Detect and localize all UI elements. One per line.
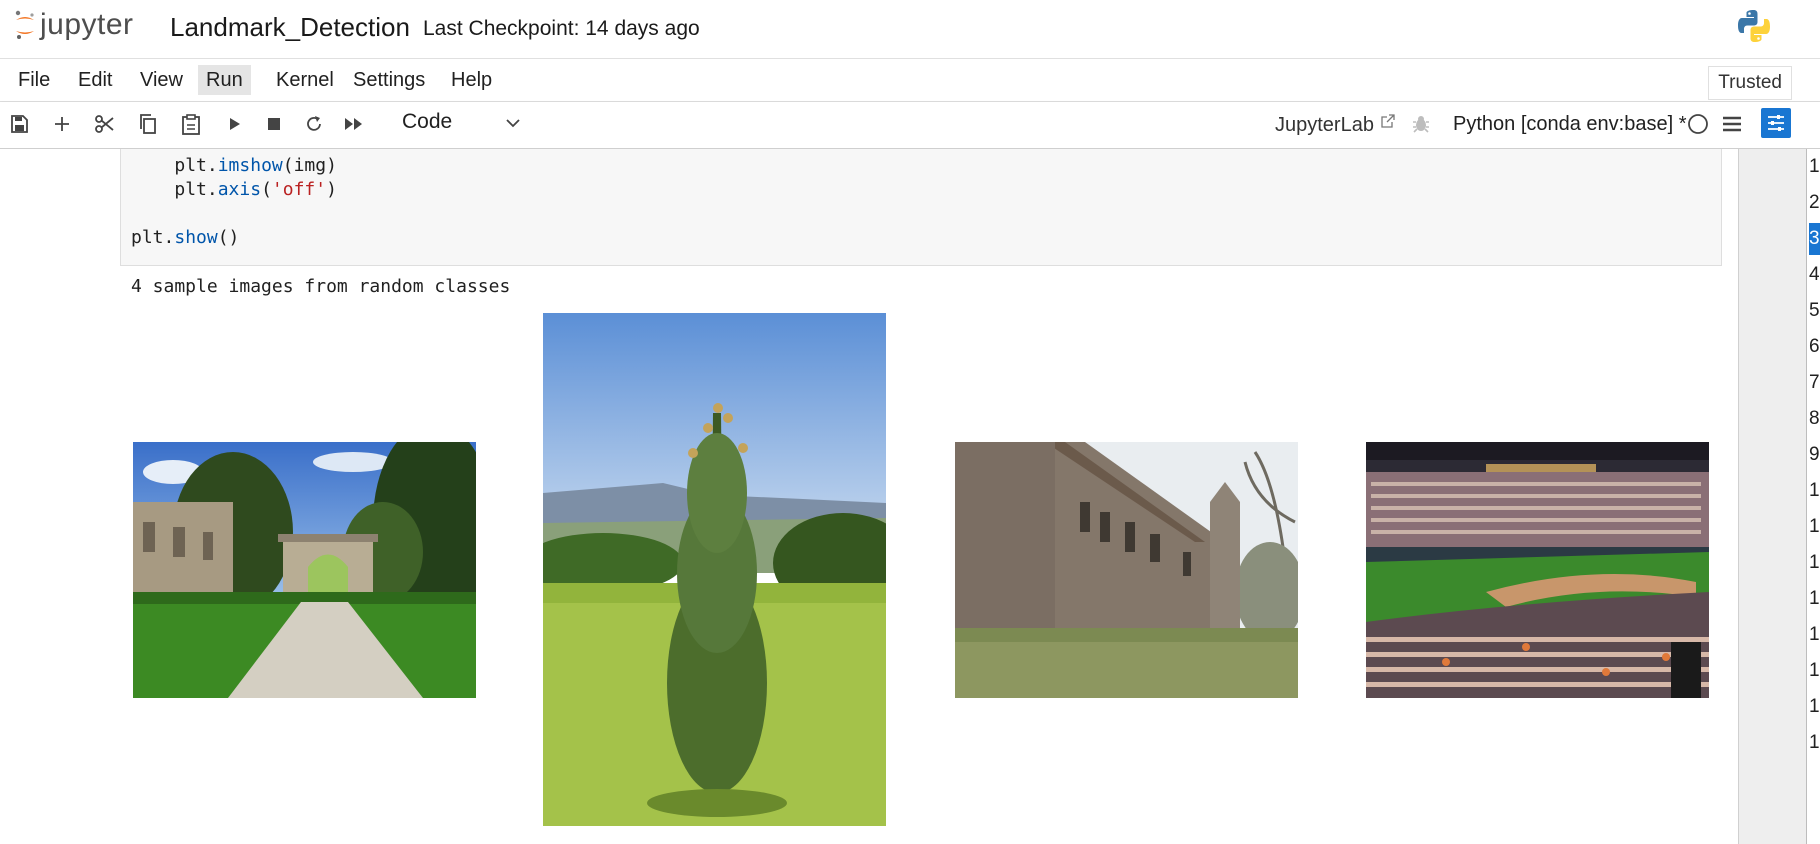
external-link-icon <box>1380 114 1395 128</box>
property-inspector-icon[interactable] <box>1761 108 1791 138</box>
menu-help[interactable]: Help <box>443 65 500 95</box>
line-number[interactable]: 1 <box>1809 583 1820 615</box>
line-number[interactable]: 1 <box>1809 691 1820 723</box>
cut-icon[interactable] <box>92 111 118 137</box>
jupyterlab-link[interactable]: JupyterLab <box>1275 113 1396 137</box>
line-number[interactable]: 8 <box>1809 403 1820 435</box>
chevron-down-icon <box>504 114 522 138</box>
menu-edit[interactable]: Edit <box>70 65 120 95</box>
run-icon[interactable] <box>221 111 247 137</box>
notebook-title[interactable]: Landmark_Detection <box>170 12 410 43</box>
menu-kernel[interactable]: Kernel <box>268 65 342 95</box>
line-number[interactable]: 1 <box>1809 475 1820 507</box>
sample-image-stone-church <box>955 442 1298 698</box>
menu-run[interactable]: Run <box>198 65 251 95</box>
sample-image-baseball-stadium <box>1366 442 1709 698</box>
line-number[interactable]: 4 <box>1809 259 1820 291</box>
notebook-panel[interactable]: plt.imshow(img) plt.axis('off') plt.show… <box>0 149 1738 844</box>
list-menu-icon[interactable] <box>1719 111 1745 137</box>
line-number[interactable]: 7 <box>1809 367 1820 399</box>
line-number[interactable]: 9 <box>1809 439 1820 471</box>
jupyter-logo[interactable]: jupyter <box>14 8 134 42</box>
line-number[interactable]: 6 <box>1809 331 1820 363</box>
line-number[interactable]: 1 <box>1809 655 1820 687</box>
line-number[interactable]: 1 <box>1809 547 1820 579</box>
line-number[interactable]: 1 <box>1809 511 1820 543</box>
code-cell-editor[interactable]: plt.imshow(img) plt.axis('off') plt.show… <box>120 149 1722 266</box>
menu-file[interactable]: File <box>10 65 58 95</box>
menu-bar: File Edit View Run Kernel Settings Help … <box>0 59 1820 102</box>
jupyter-wordmark: jupyter <box>40 8 134 41</box>
kernel-idle-circle-icon <box>1685 111 1711 137</box>
line-number[interactable]: 1 <box>1809 727 1820 759</box>
trusted-indicator[interactable]: Trusted <box>1708 66 1792 100</box>
line-number[interactable]: 1 <box>1809 151 1820 183</box>
debugger-bug-icon[interactable] <box>1408 111 1434 137</box>
table-of-contents-numbers: 1 2 3 4 5 6 7 8 9 1 1 1 1 1 1 1 1 <box>1806 149 1820 844</box>
kernel-name[interactable]: Python [conda env:base] * <box>1453 113 1687 136</box>
line-number[interactable]: 5 <box>1809 295 1820 327</box>
cell-type-value: Code <box>402 110 453 133</box>
restart-icon[interactable] <box>301 111 327 137</box>
stop-icon[interactable] <box>261 111 287 137</box>
save-icon[interactable] <box>6 111 32 137</box>
code-line-3: plt.show() <box>131 227 240 248</box>
copy-icon[interactable] <box>135 111 161 137</box>
add-cell-icon[interactable] <box>49 111 75 137</box>
menu-view[interactable]: View <box>132 65 191 95</box>
sample-image-thistle-on-hillside <box>543 313 886 826</box>
top-header: jupyter Landmark_Detection Last Checkpoi… <box>0 0 1820 59</box>
code-line-1: plt.imshow(img) <box>174 155 337 176</box>
sample-image-garden-ruins-arch <box>133 442 476 698</box>
paste-icon[interactable] <box>178 111 204 137</box>
jupyterlab-link-label: JupyterLab <box>1275 114 1374 136</box>
code-line-2: plt.axis('off') <box>174 179 337 200</box>
line-number[interactable]: 1 <box>1809 619 1820 651</box>
cell-output-text: 4 sample images from random classes <box>131 276 511 297</box>
right-side-panel <box>1739 149 1806 844</box>
line-number[interactable]: 2 <box>1809 187 1820 219</box>
menu-settings[interactable]: Settings <box>345 65 433 95</box>
python-logo-icon <box>1736 8 1772 49</box>
notebook-toolbar: Code JupyterLab Python [conda env:base] … <box>0 102 1820 149</box>
run-all-icon[interactable] <box>341 111 367 137</box>
line-number-active[interactable]: 3 <box>1809 223 1820 255</box>
cell-type-dropdown[interactable]: Code <box>402 110 522 138</box>
checkpoint-status: Last Checkpoint: 14 days ago <box>423 17 700 40</box>
jupyter-logo-icon <box>15 10 34 39</box>
